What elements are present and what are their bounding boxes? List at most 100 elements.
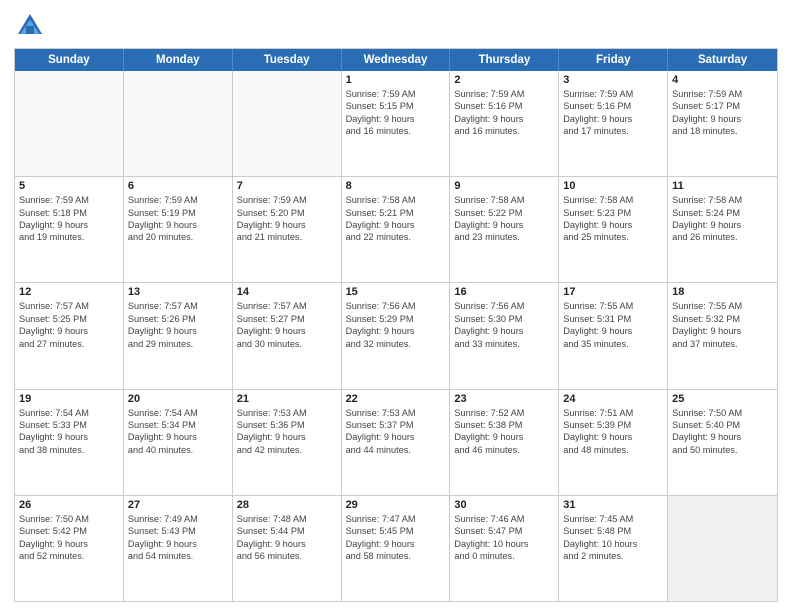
- cell-info-line: Daylight: 9 hours: [346, 431, 446, 443]
- cell-info-line: and 33 minutes.: [454, 338, 554, 350]
- cell-info-line: Sunset: 5:17 PM: [672, 100, 773, 112]
- cell-info-line: Daylight: 10 hours: [454, 538, 554, 550]
- cell-info-line: Sunset: 5:31 PM: [563, 313, 663, 325]
- day-number: 27: [128, 499, 228, 511]
- day-number: 17: [563, 286, 663, 298]
- day-number: 20: [128, 393, 228, 405]
- cell-info-line: and 23 minutes.: [454, 231, 554, 243]
- cell-info-line: Sunset: 5:33 PM: [19, 419, 119, 431]
- day-cell-14: 14Sunrise: 7:57 AMSunset: 5:27 PMDayligh…: [233, 283, 342, 388]
- day-number: 14: [237, 286, 337, 298]
- cell-info-line: Sunset: 5:44 PM: [237, 525, 337, 537]
- day-number: 16: [454, 286, 554, 298]
- day-cell-4: 4Sunrise: 7:59 AMSunset: 5:17 PMDaylight…: [668, 71, 777, 176]
- cell-info-line: Daylight: 9 hours: [454, 325, 554, 337]
- cell-info-line: and 56 minutes.: [237, 550, 337, 562]
- day-number: 28: [237, 499, 337, 511]
- day-number: 21: [237, 393, 337, 405]
- cell-info-line: Sunset: 5:18 PM: [19, 207, 119, 219]
- cell-info-line: Sunset: 5:23 PM: [563, 207, 663, 219]
- cell-info-line: and 58 minutes.: [346, 550, 446, 562]
- empty-cell-4-6: [668, 496, 777, 601]
- day-cell-13: 13Sunrise: 7:57 AMSunset: 5:26 PMDayligh…: [124, 283, 233, 388]
- cell-info-line: and 42 minutes.: [237, 444, 337, 456]
- cell-info-line: Sunset: 5:39 PM: [563, 419, 663, 431]
- cell-info-line: Sunset: 5:38 PM: [454, 419, 554, 431]
- cell-info-line: Daylight: 9 hours: [454, 113, 554, 125]
- day-cell-5: 5Sunrise: 7:59 AMSunset: 5:18 PMDaylight…: [15, 177, 124, 282]
- day-cell-28: 28Sunrise: 7:48 AMSunset: 5:44 PMDayligh…: [233, 496, 342, 601]
- day-cell-16: 16 Sunrise: 7:56 AMSunset: 5:30 PMDayligh…: [450, 283, 559, 388]
- cell-info-line: Sunrise: 7:53 AM: [346, 407, 446, 419]
- cell-info-line: Sunset: 5:34 PM: [128, 419, 228, 431]
- day-cell-7: 7 Sunrise: 7:59 AMSunset: 5:20 PMDaylight…: [233, 177, 342, 282]
- cell-info-line: Sunrise: 7:59 AM: [19, 194, 119, 206]
- weekday-header-friday: Friday: [559, 49, 668, 71]
- cell-info-line: Sunset: 5:36 PM: [237, 419, 337, 431]
- cell-info-line: Sunrise: 7:59 AM: [237, 194, 337, 206]
- day-number: 7: [237, 180, 337, 192]
- day-cell-29: 29Sunrise: 7:47 AMSunset: 5:45 PMDayligh…: [342, 496, 451, 601]
- cell-info-line: and 18 minutes.: [672, 125, 773, 137]
- cell-info-line: Daylight: 10 hours: [563, 538, 663, 550]
- cell-info-line: and 38 minutes.: [19, 444, 119, 456]
- cell-info-line: Sunset: 5:20 PM: [237, 207, 337, 219]
- cell-info-line: and 19 minutes.: [19, 231, 119, 243]
- cell-info-line: Sunset: 5:45 PM: [346, 525, 446, 537]
- cell-info-line: Daylight: 9 hours: [128, 325, 228, 337]
- day-cell-22: 22Sunrise: 7:53 AMSunset: 5:37 PMDayligh…: [342, 390, 451, 495]
- day-cell-3: 3Sunrise: 7:59 AMSunset: 5:16 PMDaylight…: [559, 71, 668, 176]
- cell-info-line: Daylight: 9 hours: [237, 325, 337, 337]
- cell-info-line: Sunrise: 7:58 AM: [454, 194, 554, 206]
- day-cell-9: 9Sunrise: 7:58 AMSunset: 5:22 PMDaylight…: [450, 177, 559, 282]
- cell-info-line: Sunrise: 7:52 AM: [454, 407, 554, 419]
- day-cell-26: 26Sunrise: 7:50 AMSunset: 5:42 PMDayligh…: [15, 496, 124, 601]
- cell-info-line: and 50 minutes.: [672, 444, 773, 456]
- cell-info-line: Daylight: 9 hours: [672, 325, 773, 337]
- day-cell-25: 25Sunrise: 7:50 AMSunset: 5:40 PMDayligh…: [668, 390, 777, 495]
- cell-info-line: Sunset: 5:25 PM: [19, 313, 119, 325]
- calendar-header: SundayMondayTuesdayWednesdayThursdayFrid…: [15, 49, 777, 71]
- calendar-row-2: 5Sunrise: 7:59 AMSunset: 5:18 PMDaylight…: [15, 176, 777, 282]
- cell-info-line: and 16 minutes.: [346, 125, 446, 137]
- cell-info-line: and 30 minutes.: [237, 338, 337, 350]
- weekday-header-wednesday: Wednesday: [342, 49, 451, 71]
- cell-info-line: Sunset: 5:30 PM: [454, 313, 554, 325]
- cell-info-line: Daylight: 9 hours: [237, 431, 337, 443]
- cell-info-line: Sunrise: 7:57 AM: [19, 300, 119, 312]
- cell-info-line: Sunset: 5:22 PM: [454, 207, 554, 219]
- day-cell-30: 30Sunrise: 7:46 AMSunset: 5:47 PMDayligh…: [450, 496, 559, 601]
- cell-info-line: Daylight: 9 hours: [19, 431, 119, 443]
- cell-info-line: Sunrise: 7:57 AM: [128, 300, 228, 312]
- cell-info-line: Sunrise: 7:58 AM: [346, 194, 446, 206]
- cell-info-line: and 27 minutes.: [19, 338, 119, 350]
- cell-info-line: and 40 minutes.: [128, 444, 228, 456]
- day-cell-15: 15Sunrise: 7:56 AMSunset: 5:29 PMDayligh…: [342, 283, 451, 388]
- cell-info-line: and 17 minutes.: [563, 125, 663, 137]
- cell-info-line: Daylight: 9 hours: [454, 219, 554, 231]
- day-cell-12: 12Sunrise: 7:57 AMSunset: 5:25 PMDayligh…: [15, 283, 124, 388]
- cell-info-line: Sunset: 5:16 PM: [454, 100, 554, 112]
- day-number: 5: [19, 180, 119, 192]
- cell-info-line: Sunset: 5:21 PM: [346, 207, 446, 219]
- cell-info-line: Daylight: 9 hours: [128, 431, 228, 443]
- cell-info-line: Daylight: 9 hours: [346, 538, 446, 550]
- day-number: 1: [346, 74, 446, 86]
- cell-info-line: Sunset: 5:48 PM: [563, 525, 663, 537]
- weekday-header-tuesday: Tuesday: [233, 49, 342, 71]
- cell-info-line: Sunset: 5:15 PM: [346, 100, 446, 112]
- day-number: 10: [563, 180, 663, 192]
- cell-info-line: and 0 minutes.: [454, 550, 554, 562]
- cell-info-line: Daylight: 9 hours: [672, 113, 773, 125]
- cell-info-line: Sunrise: 7:56 AM: [454, 300, 554, 312]
- cell-info-line: Daylight: 9 hours: [237, 219, 337, 231]
- cell-info-line: Sunset: 5:37 PM: [346, 419, 446, 431]
- cell-info-line: Sunrise: 7:59 AM: [128, 194, 228, 206]
- cell-info-line: Sunrise: 7:54 AM: [19, 407, 119, 419]
- cell-info-line: Sunset: 5:40 PM: [672, 419, 773, 431]
- calendar: SundayMondayTuesdayWednesdayThursdayFrid…: [14, 48, 778, 602]
- cell-info-line: Daylight: 9 hours: [563, 113, 663, 125]
- calendar-row-3: 12Sunrise: 7:57 AMSunset: 5:25 PMDayligh…: [15, 282, 777, 388]
- empty-cell-0-1: [124, 71, 233, 176]
- day-cell-1: 1Sunrise: 7:59 AMSunset: 5:15 PMDaylight…: [342, 71, 451, 176]
